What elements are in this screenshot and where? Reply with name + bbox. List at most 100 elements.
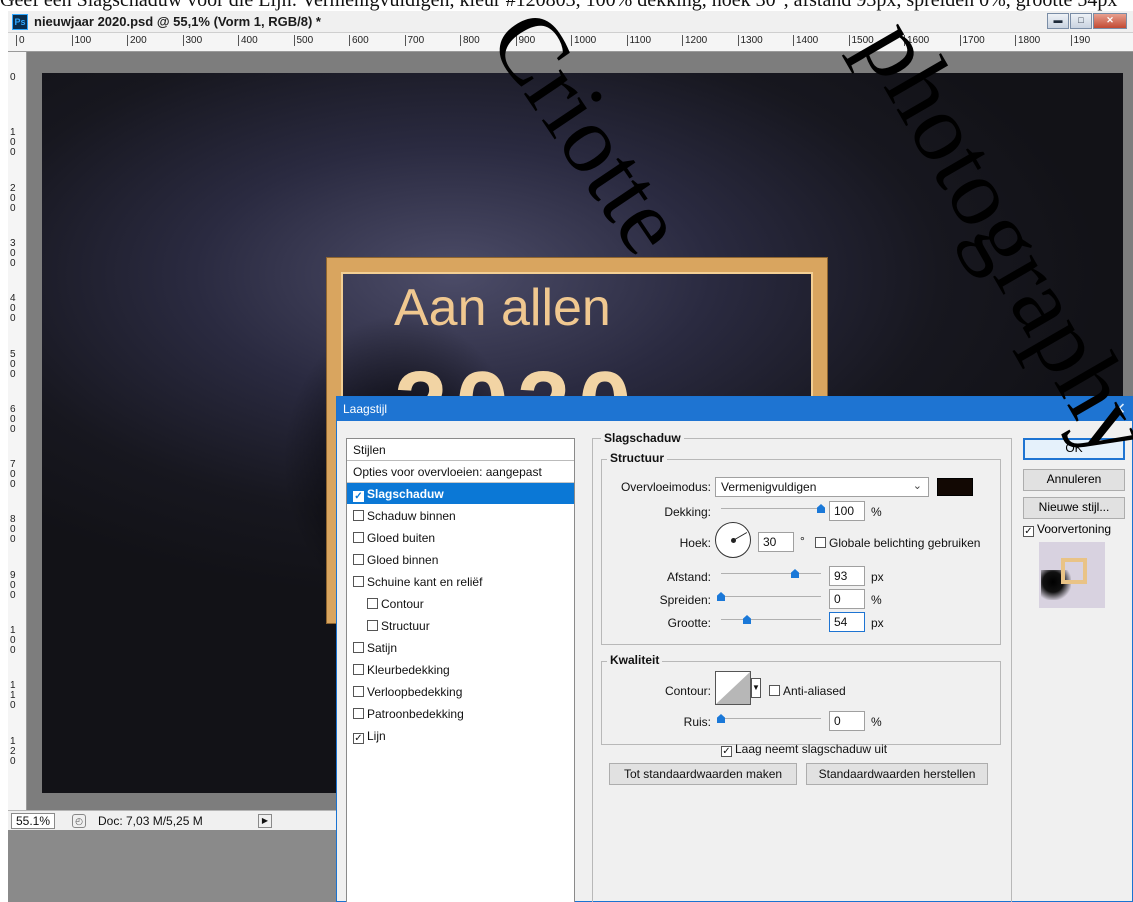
style-items-container: ✓ Slagschaduw Schaduw binnen Gloed buiten Gl… — [347, 483, 574, 747]
minimize-icon[interactable]: ▬ — [1047, 13, 1069, 29]
style-item[interactable]: Contour — [347, 593, 574, 615]
ruler-left-label: 700 — [10, 459, 16, 491]
style-checkbox[interactable] — [353, 664, 364, 675]
blending-options-item[interactable]: Opties voor overvloeien: aangepast — [347, 461, 574, 483]
ruler-left-label: 800 — [10, 514, 16, 546]
make-default-button[interactable]: Tot standaardwaarden maken — [609, 763, 797, 785]
ruler-top-label: 700 — [404, 35, 424, 46]
blend-mode-label: Overvloeimodus: — [620, 480, 711, 494]
style-item-label: Satijn — [367, 641, 398, 655]
ruler-left-label: 100 — [10, 127, 16, 159]
quality-group — [601, 661, 1001, 745]
status-menu-arrow-icon[interactable]: ▶ — [258, 814, 272, 828]
size-slider-thumb[interactable] — [743, 615, 751, 624]
anti-aliased-checkbox[interactable]: Anti-aliased — [769, 684, 846, 698]
spread-label: Spreiden: — [659, 593, 711, 607]
style-checkbox[interactable] — [353, 532, 364, 543]
style-checkbox[interactable] — [367, 620, 378, 631]
workspace-background — [8, 830, 338, 902]
zoom-field[interactable]: 55.1% — [11, 813, 56, 829]
size-slider[interactable] — [721, 609, 821, 629]
ruler-left-label: 110 — [10, 680, 16, 712]
style-checkbox[interactable] — [353, 686, 364, 697]
style-checkbox[interactable] — [353, 576, 364, 587]
ruler-left-label: 900 — [10, 569, 16, 601]
noise-input[interactable]: 0 — [829, 711, 865, 731]
style-item[interactable]: Gloed binnen — [347, 549, 574, 571]
cancel-button[interactable]: Annuleren — [1023, 469, 1125, 491]
style-item[interactable]: ✓ Lijn — [347, 725, 574, 747]
dialog-titlebar[interactable]: Laagstijl ✕ — [337, 397, 1133, 421]
style-checkbox[interactable] — [353, 642, 364, 653]
style-item-label: Schaduw binnen — [367, 509, 456, 523]
knockout-box[interactable]: ✓ — [721, 746, 732, 757]
shadow-color-swatch[interactable] — [937, 478, 973, 496]
blend-mode-select[interactable]: Vermenigvuldigen ⌄ — [715, 477, 929, 497]
style-item[interactable]: Structuur — [347, 615, 574, 637]
distance-slider[interactable] — [721, 563, 821, 583]
distance-unit: px — [871, 570, 884, 584]
style-item-label: Patroonbedekking — [367, 707, 464, 721]
style-item[interactable]: Patroonbedekking — [347, 703, 574, 725]
ruler-top-label: 1000 — [571, 35, 596, 46]
contour-label: Contour: — [664, 684, 711, 698]
preview-frame — [1061, 558, 1087, 584]
styles-header[interactable]: Stijlen — [347, 439, 574, 461]
style-checkbox[interactable] — [353, 510, 364, 521]
maximize-icon[interactable]: □ — [1070, 13, 1092, 29]
layer-style-dialog: Laagstijl ✕ Stijlen Opties voor overvloe… — [336, 396, 1133, 902]
dialog-close-icon[interactable]: ✕ — [1113, 399, 1126, 419]
style-item[interactable]: Satijn — [347, 637, 574, 659]
vertical-ruler[interactable]: 0 100 200 300 400 500 600 700 800 900 100 110 120 — [8, 52, 27, 810]
preview-checkbox[interactable]: ✓ Voorvertoning — [1023, 522, 1111, 537]
opacity-input[interactable]: 100 — [829, 501, 865, 521]
new-style-button[interactable]: Nieuwe stijl... — [1023, 497, 1125, 519]
distance-slider-thumb[interactable] — [791, 569, 799, 578]
ruler-top-label: 1100 — [626, 35, 651, 46]
opacity-slider[interactable] — [721, 498, 825, 518]
spread-slider[interactable] — [717, 586, 821, 606]
noise-slider[interactable] — [717, 708, 821, 728]
global-light-box[interactable] — [815, 537, 826, 548]
ruler-top-label: 1200 — [682, 35, 707, 46]
screenshot-root: Geef een Slagschaduw voor die Lijn: Verm… — [0, 0, 1133, 902]
style-item[interactable]: Verloopbedekking — [347, 681, 574, 703]
distance-input[interactable]: 93 — [829, 566, 865, 586]
style-checkbox[interactable]: ✓ — [353, 491, 364, 502]
ruler-top-label: 800 — [460, 35, 480, 46]
style-checkbox[interactable] — [367, 598, 378, 609]
status-bar: 55.1% ◴ Doc: 7,03 M/5,25 M ▶ — [8, 810, 338, 830]
contour-preview[interactable] — [715, 671, 751, 705]
ruler-top-label: 600 — [349, 35, 369, 46]
global-light-label: Globale belichting gebruiken — [829, 536, 981, 550]
angle-unit: ° — [800, 534, 805, 548]
style-checkbox[interactable] — [353, 554, 364, 565]
angle-center-dot — [731, 538, 736, 543]
preview-box[interactable]: ✓ — [1023, 526, 1034, 537]
close-icon[interactable]: ✕ — [1093, 13, 1127, 29]
ok-button[interactable]: OK — [1023, 438, 1125, 460]
style-checkbox[interactable]: ✓ — [353, 733, 364, 744]
size-label: Grootte: — [667, 616, 711, 630]
style-item[interactable]: Gloed buiten — [347, 527, 574, 549]
style-item[interactable]: Schuine kant en reliëf — [347, 571, 574, 593]
distance-label: Afstand: — [666, 570, 711, 584]
size-input[interactable]: 54 — [829, 612, 865, 632]
knockout-checkbox[interactable]: ✓ Laag neemt slagschaduw uit — [721, 742, 887, 757]
style-item[interactable]: Schaduw binnen — [347, 505, 574, 527]
spread-input[interactable]: 0 — [829, 589, 865, 609]
style-item[interactable]: Kleurbedekking — [347, 659, 574, 681]
ruler-top-label: 300 — [182, 35, 202, 46]
contour-dropdown-icon[interactable]: ▼ — [751, 678, 761, 698]
angle-dial[interactable] — [715, 522, 751, 558]
horizontal-ruler[interactable]: 0 100 200 300 400 500 600 700 800 900 1000 1100 1200… — [8, 33, 1133, 52]
style-item[interactable]: ✓ Slagschaduw — [347, 483, 574, 505]
noise-label: Ruis: — [683, 715, 711, 729]
reset-default-button[interactable]: Standaardwaarden herstellen — [806, 763, 988, 785]
ruler-top-label: 0 — [16, 35, 25, 46]
global-light-checkbox[interactable]: Globale belichting gebruiken — [815, 536, 980, 550]
anti-aliased-box[interactable] — [769, 685, 780, 696]
style-checkbox[interactable] — [353, 708, 364, 719]
angle-input[interactable]: 30 — [758, 532, 794, 552]
drop-shadow-panel: Slagschaduw Structuur Overvloeimodus: Ve… — [592, 431, 1012, 902]
